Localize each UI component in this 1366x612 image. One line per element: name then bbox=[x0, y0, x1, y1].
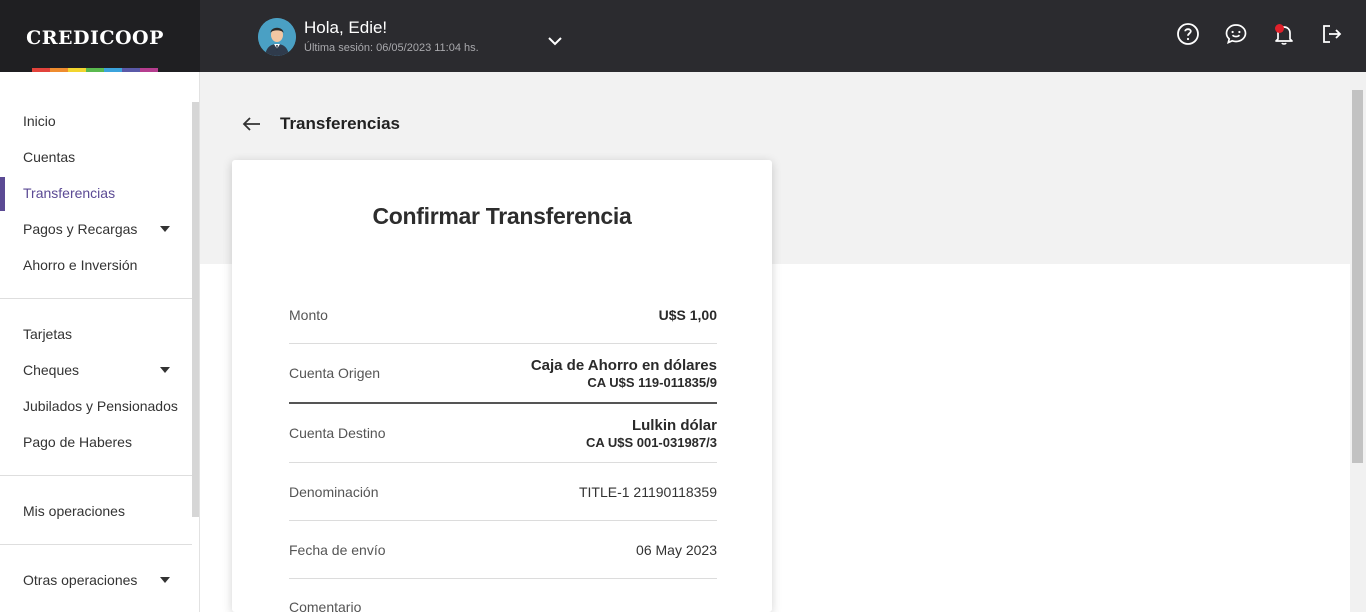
row-label: Cuenta Destino bbox=[289, 425, 386, 441]
destination-account-name: Lulkin dólar bbox=[631, 416, 717, 434]
sidebar-item-pago-haberes[interactable]: Pago de Haberes bbox=[0, 424, 192, 460]
card-title: Confirmar Transferencia bbox=[372, 203, 632, 229]
user-greeting: Hola, Edie! bbox=[304, 18, 388, 37]
sidebar-item-tarjetas[interactable]: Tarjetas bbox=[0, 316, 192, 352]
sidebar-item-otras-operaciones[interactable]: Otras operaciones bbox=[0, 562, 192, 598]
avatar bbox=[258, 18, 296, 56]
row-label: Denominación bbox=[289, 483, 379, 500]
sidebar-item-mis-operaciones[interactable]: Mis operaciones bbox=[0, 493, 192, 529]
row-label: Monto bbox=[289, 306, 328, 323]
sidebar-item-label: Pagos y Recargas bbox=[23, 221, 138, 237]
bell-icon[interactable] bbox=[1272, 22, 1296, 48]
row-denominacion: Denominación TITLE-1 21190118359 bbox=[289, 463, 717, 521]
row-monto: Monto U$S 1,00 bbox=[289, 286, 717, 344]
chevron-down-icon[interactable] bbox=[545, 33, 565, 49]
denomination-value: TITLE-1 21190118359 bbox=[578, 483, 717, 500]
sidebar-scrollbar[interactable] bbox=[192, 102, 199, 517]
sidebar: Inicio Cuentas Transferencias Pagos y Re… bbox=[0, 72, 200, 612]
last-session: Última sesión: 06/05/2023 11:04 hs. bbox=[304, 42, 479, 54]
caret-down-icon bbox=[160, 577, 170, 583]
page-title: Transferencias bbox=[280, 114, 401, 133]
chat-icon[interactable] bbox=[1224, 22, 1248, 48]
row-label: Cuenta Origen bbox=[289, 365, 381, 381]
user-menu[interactable]: Hola, Edie! Última sesión: 06/05/2023 11… bbox=[258, 18, 479, 56]
logout-icon[interactable] bbox=[1320, 22, 1344, 48]
sidebar-item-cuentas[interactable]: Cuentas bbox=[0, 139, 192, 175]
destination-account-number: CA U$S 001-031987/3 bbox=[585, 434, 717, 450]
send-date-value: 06 May 2023 bbox=[636, 541, 717, 558]
brand-area[interactable]: CREDICOOP bbox=[0, 0, 200, 72]
main-scrollbar-thumb[interactable] bbox=[1352, 90, 1363, 463]
origin-account-number: CA U$S 119-011835/9 bbox=[587, 374, 717, 390]
nav-group-operations: Mis operaciones bbox=[0, 493, 199, 529]
brand-logo: CREDICOOP bbox=[26, 27, 164, 49]
row-cuenta-destino: Cuenta Destino Lulkin dólar CA U$S 001-0… bbox=[289, 404, 717, 463]
nav-group-other: Otras operaciones bbox=[0, 562, 199, 598]
amount-value: U$S 1,00 bbox=[658, 306, 717, 323]
sidebar-item-inicio[interactable]: Inicio bbox=[0, 103, 192, 139]
help-icon[interactable] bbox=[1176, 22, 1200, 48]
sidebar-item-label: Otras operaciones bbox=[23, 572, 138, 588]
notification-badge bbox=[1275, 24, 1284, 33]
caret-down-icon bbox=[160, 367, 170, 373]
sidebar-item-jubilados[interactable]: Jubilados y Pensionados bbox=[0, 388, 192, 424]
origin-account-name: Caja de Ahorro en dólares bbox=[530, 356, 717, 374]
nav-group-main: Inicio Cuentas Transferencias Pagos y Re… bbox=[0, 103, 199, 283]
caret-down-icon bbox=[160, 226, 170, 232]
sidebar-item-label: Cheques bbox=[23, 362, 80, 378]
sidebar-item-pagos-recargas[interactable]: Pagos y Recargas bbox=[0, 211, 192, 247]
confirm-transfer-card: Confirmar Transferencia Monto U$S 1,00 C… bbox=[232, 160, 772, 612]
row-fecha-envio: Fecha de envío 06 May 2023 bbox=[289, 521, 717, 579]
sidebar-item-transferencias[interactable]: Transferencias bbox=[0, 175, 192, 211]
row-label: Comentario bbox=[289, 599, 362, 612]
sidebar-item-ahorro-inversion[interactable]: Ahorro e Inversión bbox=[0, 247, 192, 283]
sidebar-item-cheques[interactable]: Cheques bbox=[0, 352, 192, 388]
row-comentario: Comentario bbox=[289, 579, 717, 612]
top-bar: CREDICOOP Hola, Edie! Última sesión: 06/… bbox=[0, 0, 1366, 72]
row-label: Fecha de envío bbox=[289, 541, 386, 558]
back-arrow-icon[interactable] bbox=[241, 113, 263, 135]
row-cuenta-origen: Cuenta Origen Caja de Ahorro en dólares … bbox=[289, 344, 717, 404]
nav-group-secondary: Tarjetas Cheques Jubilados y Pensionados… bbox=[0, 316, 199, 460]
